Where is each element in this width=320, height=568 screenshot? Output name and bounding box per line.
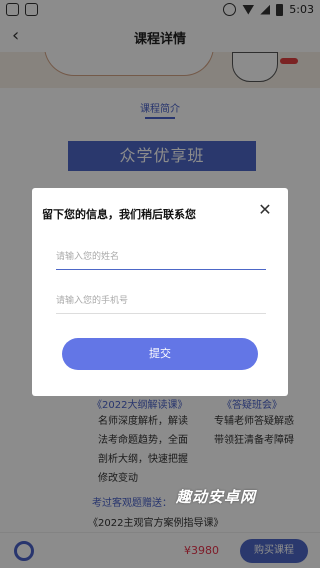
contact-info-dialog: 留下您的信息，我们稍后联系您 ✕ 提交 <box>32 188 288 396</box>
close-icon[interactable]: ✕ <box>256 201 274 219</box>
name-input[interactable] <box>56 244 266 270</box>
dialog-title: 留下您的信息，我们稍后联系您 <box>42 208 196 221</box>
submit-button[interactable]: 提交 <box>62 338 258 370</box>
watermark-text: 趣动安卓网 <box>176 488 257 506</box>
phone-input[interactable] <box>56 288 266 314</box>
